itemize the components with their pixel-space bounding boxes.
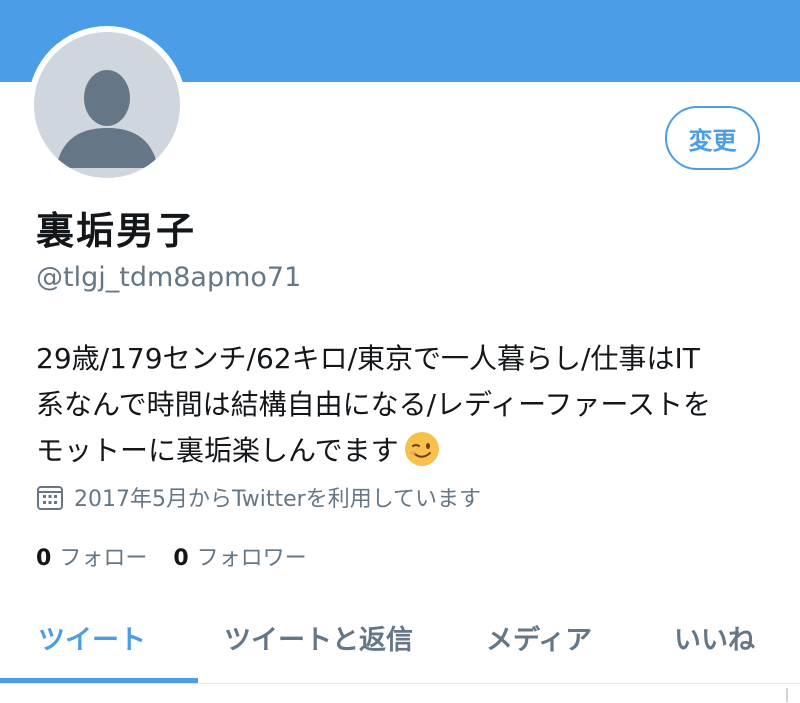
bio-line: 29歳/179センチ/62キロ/東京で一人暮らし/仕事はIT	[36, 342, 700, 375]
profile-page: 変更 裏垢男子 @tlgj_tdm8apmo71 29歳/179センチ/62キロ…	[0, 0, 800, 703]
tab-likes[interactable]: いいね	[674, 618, 755, 657]
avatar-ring	[28, 26, 186, 184]
profile-tabs: ツイート ツイートと返信 メディア いいね	[0, 600, 800, 684]
followers-label: フォロワー	[196, 546, 307, 571]
bio-line-text: モットーに裏垢楽しんでます	[36, 434, 399, 467]
edit-profile-button[interactable]: 変更	[665, 106, 760, 170]
scrollbar[interactable]	[786, 688, 788, 702]
tab-tweets-and-replies[interactable]: ツイートと返信	[224, 618, 413, 657]
calendar-icon	[37, 486, 63, 510]
following-count: 0	[36, 546, 52, 571]
followers-link[interactable]: 0 フォロワー	[173, 540, 306, 572]
following-link[interactable]: 0 フォロー	[36, 540, 147, 572]
display-name: 裏垢男子	[36, 209, 197, 253]
profile-bio: 29歳/179センチ/62キロ/東京で一人暮らし/仕事はIT 系なんで時間は結構…	[36, 336, 776, 474]
user-handle: @tlgj_tdm8apmo71	[36, 262, 302, 293]
avatar[interactable]	[34, 32, 180, 178]
following-label: フォロー	[59, 546, 148, 571]
joined-text: 2017年5月からTwitterを利用しています	[74, 487, 482, 512]
default-avatar-icon	[34, 32, 180, 178]
bio-line: モットーに裏垢楽しんでます	[36, 428, 776, 474]
joined-date: 2017年5月からTwitterを利用しています	[36, 481, 481, 513]
tab-tweets[interactable]: ツイート	[38, 618, 146, 657]
tabs-divider	[0, 683, 800, 684]
bio-line: 系なんで時間は結構自由になる/レディーファーストを	[36, 388, 711, 421]
follow-stats: 0 フォロー 0 フォロワー	[36, 540, 333, 572]
followers-count: 0	[173, 546, 189, 571]
winking-face-emoji	[404, 432, 439, 466]
tab-media[interactable]: メディア	[486, 618, 592, 657]
